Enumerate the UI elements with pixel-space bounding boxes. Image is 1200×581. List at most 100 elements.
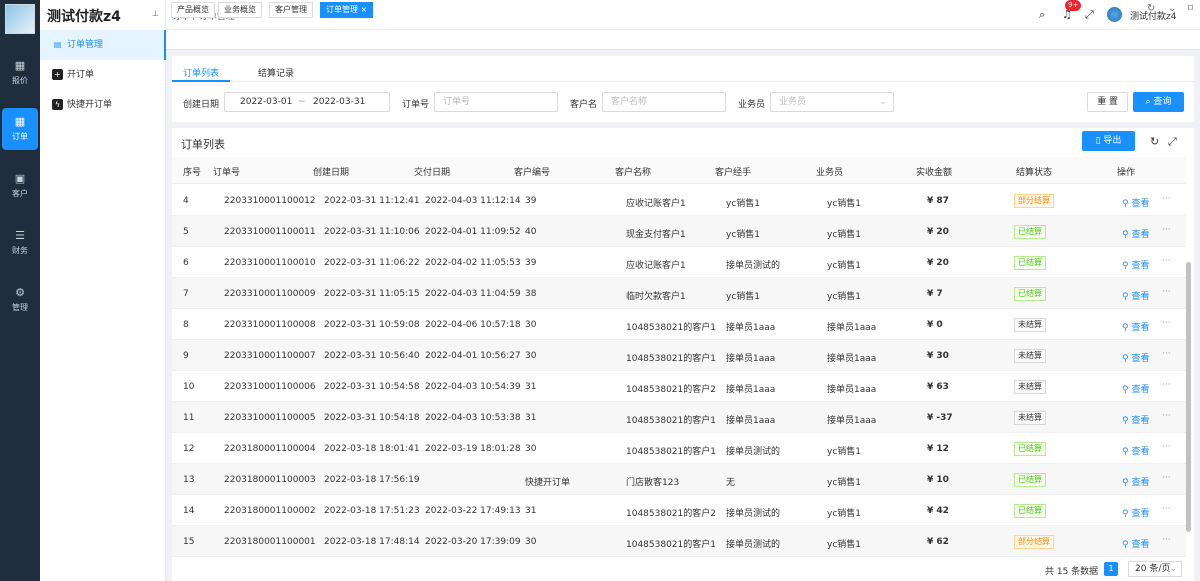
status-badge: 已结算 xyxy=(1014,473,1046,487)
more-icon[interactable]: ··· xyxy=(1162,380,1171,390)
table-row[interactable]: 5 2203310001100011 2022-03-31 11:10:06 2022… xyxy=(172,216,1186,247)
more-icon[interactable]: ··· xyxy=(1162,225,1171,235)
cell-delivery: 2022-04-06 10:57:18 xyxy=(425,320,521,330)
tab-order-manage[interactable]: 订单管理 × xyxy=(320,2,374,18)
table-row[interactable]: 6 2203310001100010 2022-03-31 11:06:22 2022… xyxy=(172,247,1186,278)
view-link[interactable]: ⚲ 查看 xyxy=(1122,413,1149,426)
salesman-select[interactable]: 业务员 ⌄ xyxy=(770,92,894,112)
refresh-icon[interactable]: ↻ xyxy=(1147,3,1155,14)
scrollbar[interactable] xyxy=(1186,262,1191,532)
order-no-input[interactable]: 订单号 xyxy=(434,92,558,112)
table-row[interactable]: 10 2203310001100006 2022-03-31 10:54:58 202… xyxy=(172,371,1186,402)
rail-item-order[interactable]: ▦ 订单 xyxy=(2,108,38,150)
cell-sales: yc销售1 xyxy=(827,478,862,488)
table-row[interactable]: 15 2203180001100001 2022-03-18 17:48:14 202… xyxy=(172,526,1186,557)
rail-item-manage[interactable]: ⚙ 管理 xyxy=(0,279,40,321)
submenu-quick-order[interactable]: ϟ 快捷开订单 xyxy=(40,90,166,120)
more-icon[interactable]: ··· xyxy=(1162,535,1171,545)
cell-created: 2022-03-18 17:48:14 xyxy=(324,537,420,547)
cell-created: 2022-03-31 11:06:22 xyxy=(324,258,420,268)
cell-no: 11 xyxy=(183,413,195,423)
table-row[interactable]: 14 2203180001100002 2022-03-18 17:51:23 202… xyxy=(172,495,1186,526)
cell-handler: 接单员1aaa xyxy=(726,354,776,364)
cell-handler: 接单员1aaa xyxy=(726,416,776,426)
rail-item-finance[interactable]: ☰ 财务 xyxy=(0,222,40,264)
brand-title: 测试付款z4 xyxy=(47,9,121,25)
cell-no: 7 xyxy=(183,289,189,299)
order-no-label: 订单号 xyxy=(402,100,430,110)
page-size-select[interactable]: 20 条/页 ⌄ xyxy=(1128,561,1182,577)
view-link[interactable]: ⚲ 查看 xyxy=(1122,196,1149,209)
fullscreen-icon[interactable]: ⤢ xyxy=(1168,135,1177,149)
page-1-button[interactable]: 1 xyxy=(1104,562,1118,576)
cell-cid: 38 xyxy=(525,289,537,299)
view-link[interactable]: ⚲ 查看 xyxy=(1122,258,1149,271)
cell-created: 2022-03-31 10:54:58 xyxy=(324,382,420,392)
more-icon[interactable]: ··· xyxy=(1162,318,1171,328)
cell-cname: 现金支付客户1 xyxy=(626,230,686,240)
export-button[interactable]: ▯ 导出 xyxy=(1082,131,1135,151)
more-icon[interactable]: ··· xyxy=(1162,256,1171,266)
tab-customer-manage[interactable]: 客户管理 xyxy=(269,2,313,18)
more-icon[interactable]: ··· xyxy=(1162,504,1171,514)
fullscreen-icon[interactable]: ⤢ xyxy=(1085,8,1094,22)
table-row[interactable]: 7 2203310001100009 2022-03-31 11:05:15 2022… xyxy=(172,278,1186,309)
table-row[interactable]: 12 2203180001100004 2022-03-18 18:01:41 202… xyxy=(172,433,1186,464)
view-link[interactable]: ⚲ 查看 xyxy=(1122,227,1149,240)
view-link[interactable]: ⚲ 查看 xyxy=(1122,537,1149,550)
more-icon[interactable]: ··· xyxy=(1162,287,1171,297)
status-badge: 已结算 xyxy=(1014,256,1046,270)
tab-order-list[interactable]: 订单列表 xyxy=(183,66,219,79)
more-icon[interactable]: ··· xyxy=(1162,411,1171,421)
total-count: 共 15 条数据 xyxy=(1045,567,1099,577)
table-row[interactable]: 8 2203310001100008 2022-03-31 10:59:08 2022… xyxy=(172,309,1186,340)
submenu-order-manage[interactable]: ▤ 订单管理 xyxy=(40,30,166,60)
reset-button[interactable]: 重 置 xyxy=(1087,92,1128,112)
cell-cid: 30 xyxy=(525,320,537,330)
cell-delivery: 2022-04-01 10:56:27 xyxy=(425,351,521,361)
table-row[interactable]: 13 2203180001100003 2022-03-18 17:56:19 快捷开… xyxy=(172,464,1186,495)
rail-label: 客户 xyxy=(12,189,28,198)
view-link[interactable]: ⚲ 查看 xyxy=(1122,351,1149,364)
cell-no: 9 xyxy=(183,351,189,361)
search-icon[interactable]: ⌕ xyxy=(1039,8,1045,22)
more-icon[interactable]: ··· xyxy=(1162,473,1171,483)
tab-product-overview[interactable]: 产品概览 xyxy=(171,2,215,18)
submenu-label: 订单管理 xyxy=(67,40,104,50)
view-link[interactable]: ⚲ 查看 xyxy=(1122,444,1149,457)
close-tabs-icon[interactable]: ⌑ xyxy=(1188,3,1193,14)
table-row[interactable]: 11 2203310001100005 2022-03-31 10:54:18 202… xyxy=(172,402,1186,433)
cell-cid: 40 xyxy=(525,227,537,237)
rail-item-quote[interactable]: ▦ 报价 xyxy=(0,52,40,94)
avatar[interactable] xyxy=(1107,7,1122,22)
cell-cname: 门店散客123 xyxy=(626,478,680,488)
table-row[interactable]: 4 2203310001100012 2022-03-31 11:12:41 2022… xyxy=(172,185,1186,216)
more-icon[interactable]: ··· xyxy=(1162,194,1171,204)
status-badge: 部分结算 xyxy=(1014,535,1054,549)
view-link[interactable]: ⚲ 查看 xyxy=(1122,475,1149,488)
view-link[interactable]: ⚲ 查看 xyxy=(1122,382,1149,395)
view-link[interactable]: ⚲ 查看 xyxy=(1122,320,1149,333)
view-link[interactable]: ⚲ 查看 xyxy=(1122,506,1149,519)
table-row[interactable]: 9 2203310001100007 2022-03-31 10:56:40 2022… xyxy=(172,340,1186,371)
cell-delivery: 2022-04-03 10:53:38 xyxy=(425,413,521,423)
customer-input[interactable]: 客户名称 xyxy=(602,92,726,112)
tab-settlement-records[interactable]: 结算记录 xyxy=(258,66,294,79)
rail-item-customer[interactable]: ▣ 客户 xyxy=(0,165,40,207)
search-button[interactable]: ⌕ 查询 xyxy=(1133,92,1184,112)
view-link[interactable]: ⚲ 查看 xyxy=(1122,289,1149,302)
cell-no: 4 xyxy=(183,196,189,206)
cell-no: 12 xyxy=(183,444,195,454)
cell-no: 10 xyxy=(183,382,195,392)
cell-delivery: 2022-04-02 11:05:53 xyxy=(425,258,521,268)
date-range-picker[interactable]: 2022-03-01 ~ 2022-03-31 xyxy=(224,92,390,112)
chevron-down-icon[interactable]: ⌄ xyxy=(1168,3,1176,14)
pin-icon[interactable]: ⊥ xyxy=(152,9,159,18)
more-icon[interactable]: ··· xyxy=(1162,442,1171,452)
submenu-new-order[interactable]: + 开订单 xyxy=(40,60,166,90)
cell-handler: 接单员1aaa xyxy=(726,385,776,395)
refresh-icon[interactable]: ↻ xyxy=(1150,135,1159,148)
tab-business-overview[interactable]: 业务概览 xyxy=(218,2,262,18)
cell-no: 8 xyxy=(183,320,189,330)
more-icon[interactable]: ··· xyxy=(1162,349,1171,359)
